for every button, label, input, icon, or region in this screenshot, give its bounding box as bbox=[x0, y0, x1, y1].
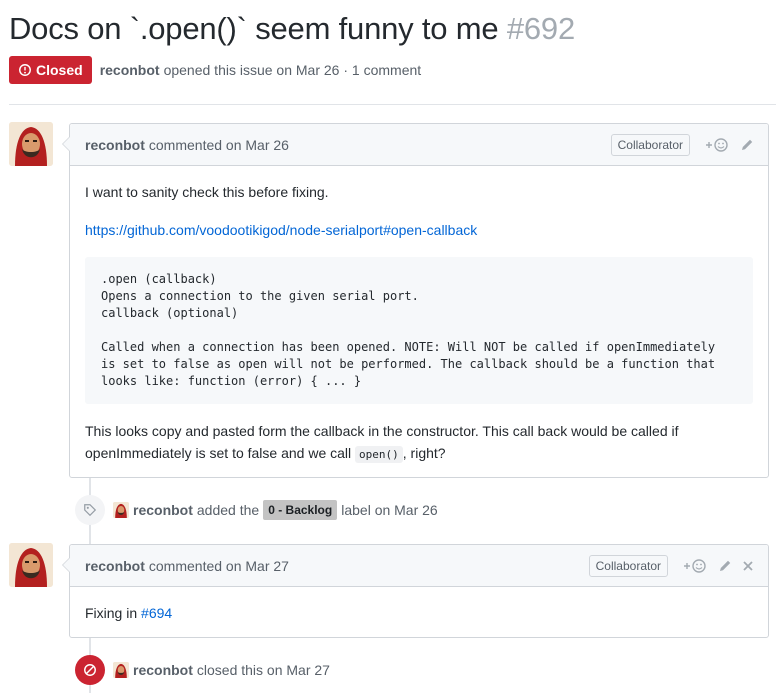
status-badge-label: Closed bbox=[36, 62, 83, 78]
issue-number: #692 bbox=[506, 11, 576, 46]
issue-meta-text: opened this issue on Mar 26 · 1 comment bbox=[163, 62, 422, 78]
comment-paragraph: I want to sanity check this before fixin… bbox=[85, 184, 329, 200]
label-event: reconbot added the 0 - Backlog label on … bbox=[75, 494, 438, 526]
issue-meta: Closed reconbot opened this issue on Mar… bbox=[9, 56, 421, 84]
avatar[interactable] bbox=[9, 543, 53, 587]
event-author-link[interactable]: reconbot bbox=[133, 502, 193, 518]
comment-header: reconbot commented on Mar 26 Collaborato… bbox=[70, 124, 768, 166]
comment-paragraph: Fixing in #694 bbox=[85, 602, 753, 624]
comment-text-line: , right? bbox=[402, 445, 446, 461]
event-avatar[interactable] bbox=[113, 662, 129, 678]
comment-header: reconbot commented on Mar 27 Collaborato… bbox=[70, 545, 768, 587]
avatar-image bbox=[9, 122, 53, 166]
comment-1: reconbot commented on Mar 26 Collaborato… bbox=[62, 123, 769, 478]
comment-author-link[interactable]: reconbot bbox=[85, 558, 145, 574]
event-text: closed this on Mar 27 bbox=[196, 662, 330, 678]
code-block: .open (callback) Opens a connection to t… bbox=[85, 257, 753, 404]
event-author-link[interactable]: reconbot bbox=[133, 662, 193, 678]
issue-author-link[interactable]: reconbot bbox=[100, 62, 160, 78]
comment-link[interactable]: https://github.com/voodootikigod/node-se… bbox=[85, 222, 477, 238]
issue-reference-link[interactable]: #694 bbox=[141, 605, 172, 621]
event-text: added the bbox=[196, 502, 260, 518]
inline-code: open() bbox=[355, 446, 403, 463]
comment-text: Fixing in bbox=[85, 605, 138, 621]
collaborator-badge: Collaborator bbox=[588, 555, 668, 577]
tag-icon bbox=[75, 495, 105, 525]
delete-close-icon[interactable] bbox=[742, 560, 754, 572]
add-reaction-icon[interactable] bbox=[682, 558, 708, 574]
add-reaction-icon[interactable] bbox=[704, 137, 730, 153]
closed-event: reconbot closed this on Mar 27 bbox=[75, 654, 330, 686]
closed-state-icon bbox=[19, 64, 31, 76]
issue-title-text: Docs on `.open()` seem funny to me bbox=[9, 11, 499, 46]
event-text: label on Mar 26 bbox=[341, 502, 438, 518]
comment-text-line: This looks copy and pasted form the call… bbox=[85, 423, 679, 439]
comment-paragraph-2: This looks copy and pasted form the call… bbox=[85, 420, 753, 466]
comment-2: reconbot commented on Mar 27 Collaborato… bbox=[62, 544, 769, 638]
edit-pencil-icon[interactable] bbox=[718, 559, 732, 573]
avatar[interactable] bbox=[9, 122, 53, 166]
label-badge[interactable]: 0 - Backlog bbox=[263, 500, 338, 520]
comment-actions: Collaborator bbox=[588, 545, 754, 587]
header-divider bbox=[9, 104, 776, 105]
comment-body: I want to sanity check this before fixin… bbox=[70, 166, 768, 478]
comment-timestamp[interactable]: commented on Mar 27 bbox=[149, 558, 289, 574]
comment-timestamp[interactable]: commented on Mar 26 bbox=[149, 137, 289, 153]
status-badge: Closed bbox=[9, 56, 92, 84]
comment-author-link[interactable]: reconbot bbox=[85, 137, 145, 153]
closed-icon bbox=[75, 655, 105, 685]
collaborator-badge: Collaborator bbox=[610, 134, 690, 156]
comment-body: Fixing in #694 bbox=[70, 587, 768, 636]
edit-pencil-icon[interactable] bbox=[740, 138, 754, 152]
issue-title: Docs on `.open()` seem funny to me #692 bbox=[9, 11, 575, 47]
comment-actions: Collaborator bbox=[610, 124, 754, 166]
comment-text-line: openImmediately is set to false and we c… bbox=[85, 445, 352, 461]
event-avatar[interactable] bbox=[113, 502, 129, 518]
avatar-image bbox=[9, 543, 53, 587]
